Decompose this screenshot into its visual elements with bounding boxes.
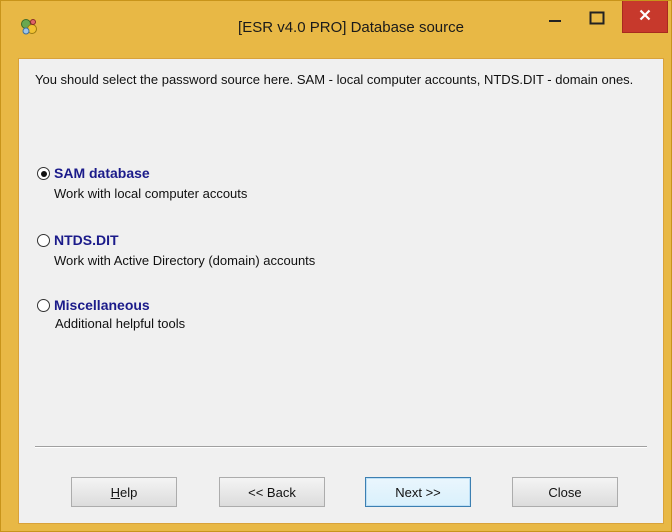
maximize-icon: [589, 11, 605, 30]
minimize-button[interactable]: [535, 1, 575, 39]
option-title-misc[interactable]: Miscellaneous: [54, 297, 150, 313]
window-title: [ESR v4.0 PRO] Database source: [238, 19, 464, 36]
minimize-icon: [548, 11, 562, 30]
dialog-content: You should select the password source he…: [18, 58, 664, 524]
option-sam-database[interactable]: SAM database Work with local computer ac…: [37, 165, 537, 205]
title-bar[interactable]: [ESR v4.0 PRO] Database source: [1, 1, 671, 53]
radio-ntds-dit[interactable]: [37, 234, 50, 247]
instruction-text: You should select the password source he…: [35, 72, 634, 87]
dialog-window: [ESR v4.0 PRO] Database source You shoul…: [0, 0, 672, 532]
next-label: Next >>: [395, 484, 441, 500]
option-ntds-dit[interactable]: NTDS.DIT Work with Active Directory (dom…: [37, 232, 537, 272]
separator-line: [35, 446, 647, 448]
option-title-sam[interactable]: SAM database: [54, 165, 150, 181]
close-button[interactable]: Close: [512, 477, 618, 507]
close-window-button[interactable]: [622, 1, 668, 33]
help-button[interactable]: Help: [71, 477, 177, 507]
close-icon: [639, 8, 651, 26]
radio-miscellaneous[interactable]: [37, 299, 50, 312]
radio-selected-dot: [40, 170, 47, 177]
next-button[interactable]: Next >>: [365, 477, 471, 507]
back-button[interactable]: << Back: [219, 477, 325, 507]
help-label-rest: elp: [120, 484, 138, 500]
back-label: << Back: [248, 484, 296, 500]
option-desc-sam: Work with local computer accouts: [54, 186, 248, 201]
option-desc-ntds: Work with Active Directory (domain) acco…: [54, 253, 316, 268]
maximize-button[interactable]: [577, 1, 617, 39]
option-desc-misc: Additional helpful tools: [55, 316, 186, 331]
esr-app-icon[interactable]: [19, 17, 39, 37]
help-accelerator: H: [110, 484, 121, 500]
close-label: Close: [548, 484, 582, 500]
option-miscellaneous[interactable]: Miscellaneous Additional helpful tools: [37, 297, 537, 337]
option-title-ntds[interactable]: NTDS.DIT: [54, 232, 119, 248]
radio-sam-database[interactable]: [37, 167, 50, 180]
